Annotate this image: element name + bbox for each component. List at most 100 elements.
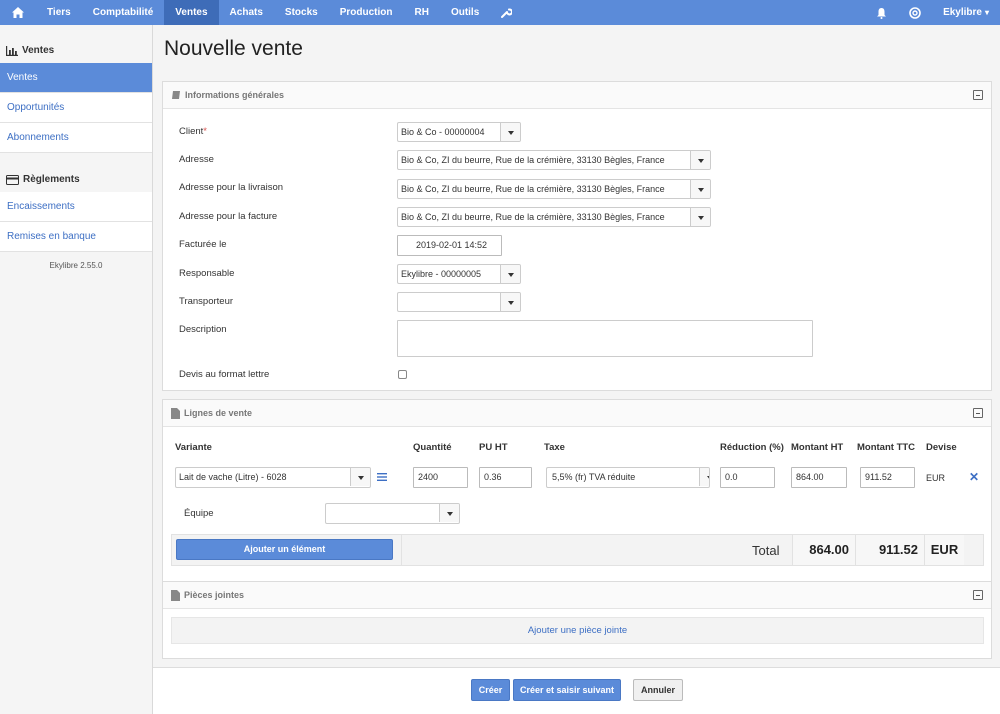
nav-tiers[interactable]: Tiers <box>36 0 82 25</box>
total-label: Total <box>752 543 780 558</box>
address-value: Bio & Co, ZI du beurre, Rue de la crémiè… <box>401 155 665 165</box>
client-label: Client* <box>179 126 207 137</box>
nav-outils[interactable]: Outils <box>440 0 490 25</box>
general-info-panel: Informations générales Client* Bio & Co … <box>162 81 992 391</box>
totals-bar: Ajouter un élément Total 864.00 911.52 E… <box>171 534 984 566</box>
letter-format-checkbox[interactable] <box>398 370 407 379</box>
responsible-value: Ekylibre - 00000005 <box>401 269 482 279</box>
cancel-button[interactable]: Annuler <box>633 679 683 701</box>
attachments-panel: Pièces jointes Ajouter une pièce jointe <box>162 581 992 659</box>
chevron-down-icon <box>500 123 520 141</box>
credit-card-icon <box>6 174 19 185</box>
sale-lines-header[interactable]: Lignes de vente <box>163 400 991 427</box>
invoiced-at-input[interactable]: 2019-02-01 14:52 <box>397 235 502 256</box>
client-select[interactable]: Bio & Co - 00000004 <box>397 122 521 142</box>
invoice-address-value: Bio & Co, ZI du beurre, Rue de la crémiè… <box>401 212 665 222</box>
column-header-unit-price: PU HT <box>479 442 508 453</box>
column-header-amount-tax: Montant TTC <box>857 442 916 453</box>
invoiced-at-label: Facturée le <box>179 239 227 250</box>
nav-rh[interactable]: RH <box>403 0 439 25</box>
currency-value: EUR <box>926 473 946 483</box>
sidebar-section-label: Ventes <box>22 45 55 56</box>
help-button[interactable] <box>898 0 932 25</box>
invoice-address-label: Adresse pour la facture <box>179 211 278 222</box>
column-header-variant: Variante <box>175 442 212 453</box>
create-button[interactable]: Créer <box>471 679 510 701</box>
total-currency: EUR <box>924 535 964 565</box>
settings-button[interactable] <box>490 0 523 25</box>
chevron-down-icon <box>500 293 520 311</box>
user-menu[interactable]: Ekylibre ▾ <box>932 0 1000 25</box>
remove-line-icon[interactable]: ✕ <box>969 470 979 484</box>
collapse-icon[interactable] <box>973 408 983 418</box>
home-button[interactable] <box>0 0 36 25</box>
sidebar-item-encaissements[interactable]: Encaissements <box>0 192 152 222</box>
chevron-down-icon <box>439 504 459 522</box>
column-header-reduction: Réduction (%) <box>720 442 784 453</box>
chevron-down-icon: ▾ <box>984 8 989 17</box>
nav-stocks[interactable]: Stocks <box>274 0 329 25</box>
sidebar-item-opportunites[interactable]: Opportunités <box>0 93 152 123</box>
panel-title: Pièces jointes <box>184 590 245 600</box>
chevron-down-icon <box>500 265 520 283</box>
panel-title: Lignes de vente <box>184 408 253 418</box>
reduction-input[interactable]: 0.0 <box>720 467 775 488</box>
panel-title: Informations générales <box>185 90 285 100</box>
general-info-header[interactable]: Informations générales <box>163 82 991 109</box>
app-version: Ekylibre 2.55.0 <box>49 261 103 270</box>
responsible-select[interactable]: Ekylibre - 00000005 <box>397 264 521 284</box>
sidebar-item-abonnements[interactable]: Abonnements <box>0 123 152 153</box>
collapse-icon[interactable] <box>973 90 983 100</box>
amount-tax-input[interactable]: 911.52 <box>860 467 915 488</box>
chevron-down-icon <box>699 468 709 486</box>
nav-achats[interactable]: Achats <box>219 0 274 25</box>
address-label: Adresse <box>179 154 214 165</box>
nav-comptabilite[interactable]: Comptabilité <box>82 0 165 25</box>
variant-value: Lait de vache (Litre) - 6028 <box>179 472 287 482</box>
sidebar: Ventes Ventes Opportunités Abonnements R… <box>0 25 153 714</box>
nav-ventes[interactable]: Ventes <box>164 0 219 25</box>
sidebar-item-ventes[interactable]: Ventes <box>0 63 152 93</box>
collapse-icon[interactable] <box>973 590 983 600</box>
address-select[interactable]: Bio & Co, ZI du beurre, Rue de la crémiè… <box>397 150 711 170</box>
amount-input[interactable]: 864.00 <box>791 467 847 488</box>
sidebar-item-remises-en-banque[interactable]: Remises en banque <box>0 222 152 252</box>
sidebar-section-label: Règlements <box>23 174 80 185</box>
add-line-button[interactable]: Ajouter un élément <box>176 539 393 560</box>
tax-select[interactable]: 5,5% (fr) TVA réduite <box>546 467 710 488</box>
quantity-input[interactable]: 2400 <box>413 467 468 488</box>
required-marker: * <box>203 126 207 137</box>
invoice-address-select[interactable]: Bio & Co, ZI du beurre, Rue de la crémiè… <box>397 207 711 227</box>
attachments-header[interactable]: Pièces jointes <box>163 582 991 609</box>
total-amount-tax: 911.52 <box>855 535 924 565</box>
delivery-address-select[interactable]: Bio & Co, ZI du beurre, Rue de la crémiè… <box>397 179 711 199</box>
carrier-select[interactable] <box>397 292 521 312</box>
description-textarea[interactable] <box>397 320 813 357</box>
team-label: Équipe <box>184 508 214 519</box>
create-and-next-button[interactable]: Créer et saisir suivant <box>513 679 621 701</box>
variant-select[interactable]: Lait de vache (Litre) - 6028 <box>175 467 371 488</box>
chevron-down-icon <box>690 180 710 198</box>
sidebar-section-ventes: Ventes <box>0 38 152 63</box>
lifebuoy-icon <box>909 6 921 19</box>
user-name: Ekylibre <box>943 7 982 18</box>
unit-price-input[interactable]: 0.36 <box>479 467 532 488</box>
team-select[interactable] <box>325 503 460 524</box>
add-attachment-link[interactable]: Ajouter une pièce jointe <box>171 617 984 644</box>
list-icon[interactable] <box>377 473 387 484</box>
bar-chart-icon <box>6 45 18 56</box>
top-navbar: Tiers Comptabilité Ventes Achats Stocks … <box>0 0 1000 25</box>
delivery-address-value: Bio & Co, ZI du beurre, Rue de la crémiè… <box>401 184 665 194</box>
totals-spacer <box>401 535 793 565</box>
sidebar-section-reglements: Règlements <box>0 167 152 192</box>
letter-format-label: Devis au format lettre <box>179 369 270 380</box>
chevron-down-icon <box>690 208 710 226</box>
notifications-button[interactable] <box>865 0 898 25</box>
document-icon <box>171 589 180 601</box>
topbar-right: Ekylibre ▾ <box>865 0 1000 25</box>
nav-production[interactable]: Production <box>329 0 404 25</box>
sale-lines-panel: Lignes de vente Variante Quantité PU HT … <box>162 399 992 596</box>
total-amount: 864.00 <box>792 535 855 565</box>
document-icon <box>171 407 180 419</box>
carrier-label: Transporteur <box>179 296 234 307</box>
